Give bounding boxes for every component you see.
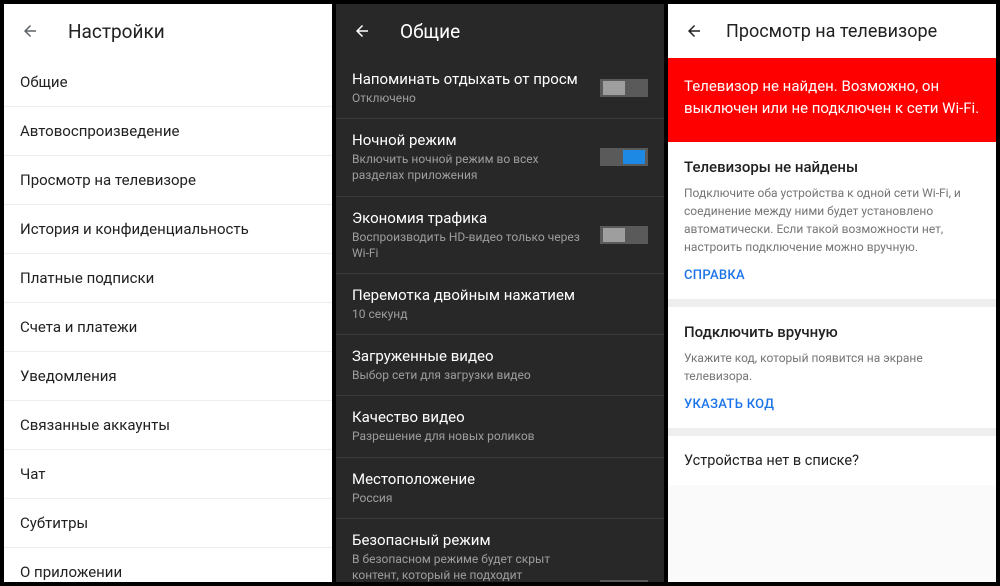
setting-subtitle: Воспроизводить HD-видео только через Wi-… <box>352 229 592 261</box>
list-item[interactable]: Счета и платежи <box>4 303 332 352</box>
watch-on-tv-screen: Просмотр на телевизоре Телевизор не найд… <box>668 4 996 582</box>
setting-subtitle: В безопасном режиме будет скрыт контент,… <box>352 551 552 582</box>
toggle-restricted-mode[interactable] <box>600 580 648 582</box>
settings-list: Напоминать отдыхать от просм Отключено Н… <box>336 58 664 582</box>
header: Настройки <box>4 4 332 58</box>
setting-location[interactable]: Местоположение Россия <box>336 458 664 519</box>
toggle-data-saver[interactable] <box>600 226 648 244</box>
setting-subtitle: Включить ночной режим во всех разделах п… <box>352 151 592 183</box>
setting-restricted-mode[interactable]: Безопасный режим В безопасном режиме буд… <box>336 519 664 582</box>
list-item[interactable]: Уведомления <box>4 352 332 401</box>
settings-list: Общие Автовоспроизведение Просмотр на те… <box>4 58 332 582</box>
header: Общие <box>336 4 664 58</box>
page-title: Просмотр на телевизоре <box>726 21 937 42</box>
setting-subtitle: Россия <box>352 490 648 506</box>
setting-title: Местоположение <box>352 470 648 488</box>
list-item[interactable]: Общие <box>4 58 332 107</box>
section-body: Подключите оба устройства к одной сети W… <box>684 184 980 256</box>
section-title: Телевизоры не найдены <box>684 158 980 176</box>
list-item[interactable]: Связанные аккаунты <box>4 401 332 450</box>
general-settings-screen: Общие Напоминать отдыхать от просм Отклю… <box>336 4 664 582</box>
back-arrow-icon[interactable] <box>20 21 40 41</box>
toggle-dark-mode[interactable] <box>600 148 648 166</box>
section-tvs-not-found: Телевизоры не найдены Подключите оба уст… <box>668 142 996 307</box>
error-banner: Телевизор не найден. Возможно, он выключ… <box>668 58 996 142</box>
setting-subtitle: Отключено <box>352 90 592 106</box>
list-item[interactable]: Платные подписки <box>4 254 332 303</box>
setting-title: Ночной режим <box>352 131 592 149</box>
section-device-missing[interactable]: Устройства нет в списке? <box>668 436 996 485</box>
setting-title: Качество видео <box>352 408 648 426</box>
setting-title: Напоминать отдыхать от просм <box>352 70 592 88</box>
section-title: Устройства нет в списке? <box>684 452 980 469</box>
list-item[interactable]: Просмотр на телевизоре <box>4 156 332 205</box>
toggle-remind-break[interactable] <box>600 79 648 97</box>
list-item[interactable]: О приложении <box>4 548 332 582</box>
page-title: Общие <box>400 20 460 43</box>
back-arrow-icon[interactable] <box>352 21 372 41</box>
setting-title: Безопасный режим <box>352 531 592 549</box>
list-item[interactable]: Автовоспроизведение <box>4 107 332 156</box>
setting-remind-break[interactable]: Напоминать отдыхать от просм Отключено <box>336 58 664 119</box>
setting-data-saver[interactable]: Экономия трафика Воспроизводить HD-видео… <box>336 197 664 274</box>
list-item[interactable]: Субтитры <box>4 499 332 548</box>
setting-title: Загруженные видео <box>352 347 648 365</box>
setting-title: Перемотка двойным нажатием <box>352 286 648 304</box>
help-link[interactable]: СПРАВКА <box>684 268 980 283</box>
enter-code-link[interactable]: УКАЗАТЬ КОД <box>684 397 980 412</box>
setting-downloads[interactable]: Загруженные видео Выбор сети для загрузк… <box>336 335 664 396</box>
setting-dark-mode[interactable]: Ночной режим Включить ночной режим во вс… <box>336 119 664 196</box>
section-manual-connect: Подключить вручную Укажите код, который … <box>668 307 996 436</box>
settings-screen: Настройки Общие Автовоспроизведение Прос… <box>4 4 332 582</box>
header: Просмотр на телевизоре <box>668 4 996 58</box>
setting-subtitle: 10 секунд <box>352 306 648 322</box>
setting-title: Экономия трафика <box>352 209 592 227</box>
section-title: Подключить вручную <box>684 323 980 341</box>
setting-video-quality[interactable]: Качество видео Разрешение для новых роли… <box>336 396 664 457</box>
list-item[interactable]: Чат <box>4 450 332 499</box>
section-body: Укажите код, который появится на экране … <box>684 349 980 385</box>
setting-subtitle: Разрешение для новых роликов <box>352 428 648 444</box>
back-arrow-icon[interactable] <box>684 21 704 41</box>
setting-subtitle: Выбор сети для загрузки видео <box>352 367 648 383</box>
setting-double-tap-seek[interactable]: Перемотка двойным нажатием 10 секунд <box>336 274 664 335</box>
list-item[interactable]: История и конфиденциальность <box>4 205 332 254</box>
page-title: Настройки <box>68 20 165 43</box>
